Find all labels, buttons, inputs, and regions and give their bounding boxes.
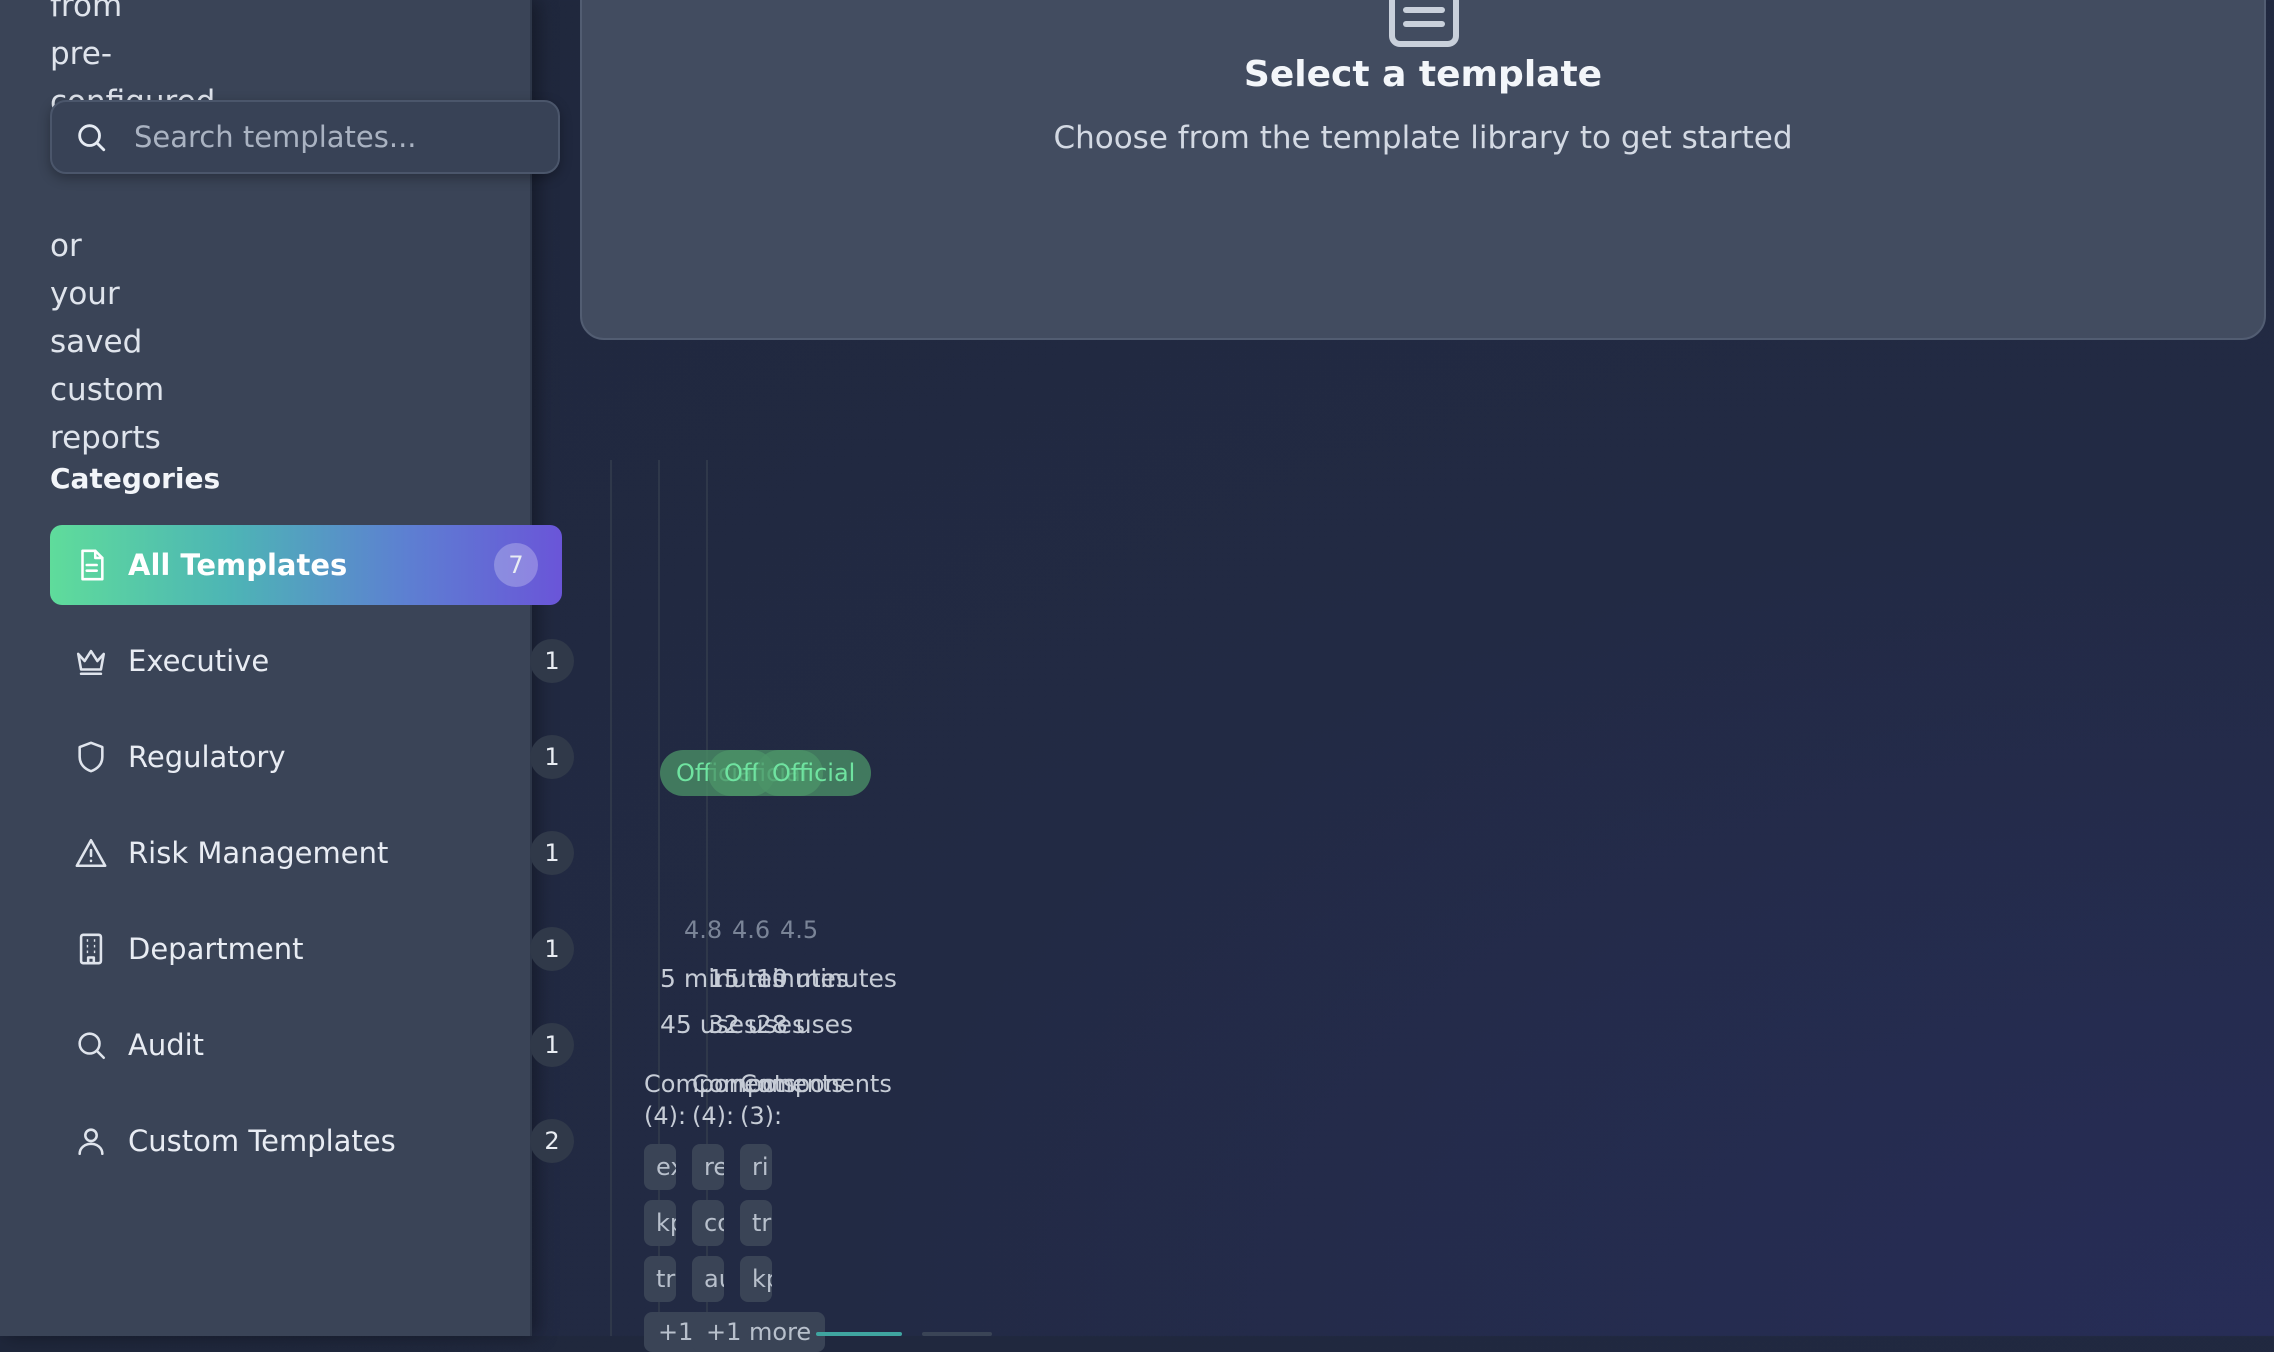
card-rating: 4.8 xyxy=(684,916,723,944)
card-divider xyxy=(610,460,612,1336)
sidebar-description: from pre- configured or your saved custo… xyxy=(50,0,215,462)
description-word: reports xyxy=(50,420,161,456)
categories-heading: Categories xyxy=(50,462,221,495)
description-word: from xyxy=(50,0,123,24)
category-label: Custom Templates xyxy=(128,1124,396,1158)
category-label: Risk Management xyxy=(128,836,389,870)
description-word: saved xyxy=(50,324,143,360)
description-word: pre- xyxy=(50,36,112,72)
category-count-badge: 1 xyxy=(530,735,574,779)
category-all-templates[interactable]: All Templates 7 xyxy=(50,525,562,605)
category-count-badge: 1 xyxy=(530,927,574,971)
more-components-chip: +1 more xyxy=(692,1312,826,1352)
category-label: Executive xyxy=(128,644,270,678)
category-audit[interactable]: Audit 1 xyxy=(50,1005,574,1085)
user-icon xyxy=(78,1128,104,1156)
card-rating: 4.6 xyxy=(732,916,771,944)
category-count-badge: 7 xyxy=(494,543,538,587)
category-risk-management[interactable]: Risk Management 1 xyxy=(50,813,574,893)
template-preview-panel: Select a template Choose from the templa… xyxy=(580,0,2266,340)
card-duration: 10 minutes xyxy=(756,964,897,993)
search-icon xyxy=(78,1032,106,1060)
category-count-badge: 1 xyxy=(530,1023,574,1067)
building-icon xyxy=(79,933,103,965)
card-action-edge xyxy=(922,1332,992,1336)
template-document-icon xyxy=(1389,0,1459,47)
card-usage-count: 28 uses xyxy=(756,1010,854,1039)
category-count-badge: 2 xyxy=(530,1119,574,1163)
warning-triangle-icon xyxy=(75,838,107,868)
category-label: Regulatory xyxy=(128,740,286,774)
empty-state-subtitle: Choose from the template library to get … xyxy=(1053,120,1793,156)
search-icon xyxy=(78,124,106,152)
category-count-badge: 1 xyxy=(530,831,574,875)
description-word: your xyxy=(50,276,120,312)
category-executive[interactable]: Executive 1 xyxy=(50,621,574,701)
component-chip: co xyxy=(692,1200,724,1246)
description-word: custom xyxy=(50,372,165,408)
search-input[interactable] xyxy=(132,119,558,155)
component-chip: ri xyxy=(740,1144,772,1190)
shield-icon xyxy=(78,741,104,773)
component-chip: kp xyxy=(644,1200,676,1246)
empty-state-title: Select a template xyxy=(1243,54,1603,95)
category-regulatory[interactable]: Regulatory 1 xyxy=(50,717,574,797)
component-chip: ex xyxy=(644,1144,676,1190)
component-chip: tr xyxy=(740,1200,772,1246)
card-components-label: Components (3): xyxy=(740,1070,892,1130)
category-custom-templates[interactable]: Custom Templates 2 xyxy=(50,1101,574,1181)
category-list: All Templates 7 Executive 1 Regulatory 1… xyxy=(50,525,574,1197)
category-label: Department xyxy=(128,932,304,966)
component-chip: re xyxy=(692,1144,724,1190)
card-action-edge xyxy=(816,1332,902,1336)
card-rating: 4.5 xyxy=(780,916,819,944)
crown-icon xyxy=(76,649,106,676)
component-chip: au xyxy=(692,1256,724,1302)
description-word: or xyxy=(50,228,82,264)
category-label: All Templates xyxy=(128,548,348,582)
document-icon xyxy=(81,549,104,581)
category-count-badge: 1 xyxy=(530,639,574,683)
official-badge: Official xyxy=(756,750,872,796)
search-box[interactable] xyxy=(50,100,560,174)
component-chip: kp xyxy=(740,1256,772,1302)
sidebar: from pre- configured or your saved custo… xyxy=(0,0,574,1336)
category-label: Audit xyxy=(128,1028,205,1062)
component-chip: tr xyxy=(644,1256,676,1302)
category-department[interactable]: Department 1 xyxy=(50,909,574,989)
